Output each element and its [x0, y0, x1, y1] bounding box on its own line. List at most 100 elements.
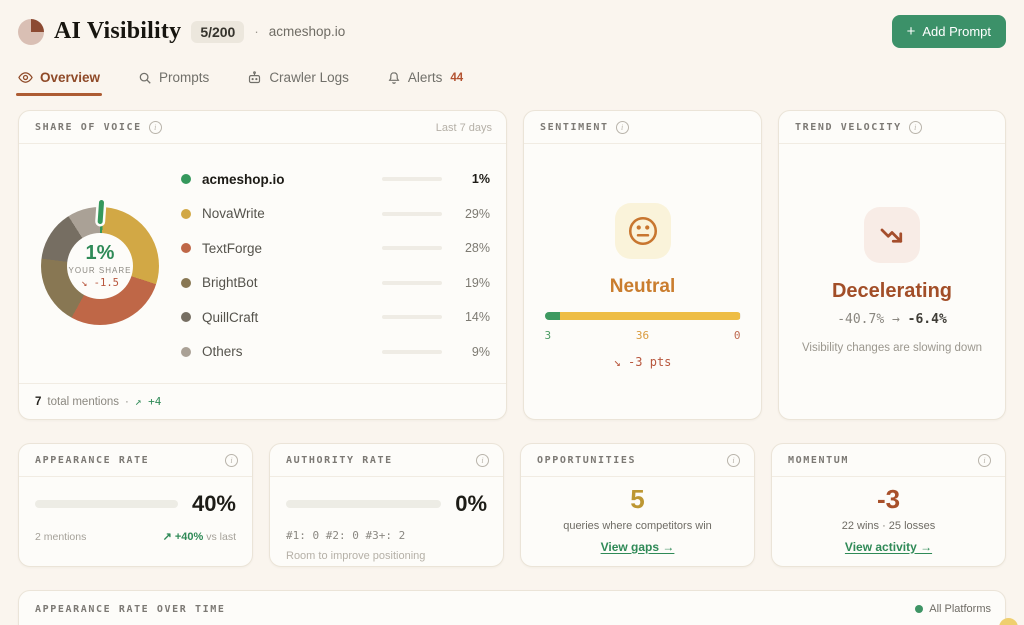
total-mentions-footer: 7 total mentions · ↗ +4 — [19, 383, 506, 419]
legend-row-quillcraft: QuillCraft 14% — [181, 300, 490, 335]
authority-hint: Room to improve positioning — [286, 550, 487, 562]
legend-bar — [382, 212, 442, 216]
legend-row-others: Others 9% — [181, 335, 490, 370]
tab-bar: Overview Prompts Crawler Logs Alerts 44 — [18, 70, 1006, 96]
search-icon — [138, 71, 152, 85]
trend-velocity-title: TREND VELOCITY i — [795, 121, 922, 134]
sentiment-mood: Neutral — [610, 276, 675, 298]
top-bar: AI Visibility 5/200 · acmeshop.io + Add … — [18, 0, 1006, 48]
tab-alerts[interactable]: Alerts 44 — [387, 70, 463, 96]
bell-icon — [387, 71, 401, 85]
sentiment-bar-neutral — [560, 312, 741, 320]
mascot-sun-icon — [999, 618, 1018, 625]
all-platforms-filter[interactable]: All Platforms — [915, 603, 991, 615]
info-icon[interactable]: i — [978, 454, 991, 467]
alerts-count-badge: 44 — [450, 72, 463, 84]
mentions-delta: ↗ +4 — [135, 395, 162, 408]
appearance-delta: ↗ +40% — [163, 531, 204, 543]
opportunities-card: OPPORTUNITIES i 5 queries where competit… — [520, 443, 755, 567]
trend-velocity-card: TREND VELOCITY i Decelerating -40.7% → -… — [778, 110, 1006, 420]
trending-down-icon — [864, 207, 920, 263]
legend-dot — [181, 278, 191, 288]
authority-rate-bar — [286, 500, 441, 508]
info-icon[interactable]: i — [225, 454, 238, 467]
legend-dot — [181, 312, 191, 322]
appearance-rate-bar — [35, 500, 178, 508]
platform-dot-icon — [915, 605, 923, 613]
tab-prompts[interactable]: Prompts — [138, 70, 209, 96]
opportunities-value: 5 — [630, 486, 644, 512]
momentum-value: -3 — [877, 486, 900, 512]
view-activity-link[interactable]: View activity → — [845, 540, 932, 554]
authority-rate-value: 0% — [455, 491, 487, 517]
share-of-voice-donut: 1% YOUR SHARE ↘ -1.5 — [41, 207, 159, 325]
trend-status: Decelerating — [832, 280, 952, 303]
tab-alerts-label: Alerts — [408, 70, 443, 85]
info-icon[interactable]: i — [727, 454, 740, 467]
info-icon[interactable]: i — [909, 121, 922, 134]
authority-rate-card: AUTHORITY RATE i 0% #1: 0 #2: 0 #3+: 2 R… — [269, 443, 504, 567]
legend-bar — [382, 177, 442, 181]
appearance-over-time-title: APPEARANCE RATE OVER TIME — [35, 604, 226, 615]
robot-icon — [247, 70, 262, 85]
negative-count: 0 — [734, 329, 741, 342]
momentum-description: 22 wins · 25 losses — [842, 520, 936, 532]
momentum-card: MOMENTUM i -3 22 wins · 25 losses View a… — [771, 443, 1006, 567]
tab-overview-label: Overview — [40, 70, 100, 85]
opportunities-description: queries where competitors win — [563, 520, 712, 532]
quota-badge: 5/200 — [191, 21, 244, 43]
eye-icon — [18, 70, 33, 85]
legend-row-novawrite: NovaWrite 29% — [181, 197, 490, 232]
pie-chart-logo-icon — [18, 19, 44, 45]
app-title: AI Visibility — [54, 18, 181, 45]
legend-dot — [181, 209, 191, 219]
trend-description: Visibility changes are slowing down — [802, 340, 982, 357]
legend-row-brightbot: BrightBot 19% — [181, 266, 490, 301]
period-label: Last 7 days — [436, 122, 492, 134]
brand: AI Visibility 5/200 · acmeshop.io — [18, 18, 345, 45]
momentum-title: MOMENTUM — [788, 455, 849, 466]
legend-row-acmeshop: acmeshop.io 1% — [181, 162, 490, 197]
appearance-delta-suffix: vs last — [206, 531, 236, 543]
donut-center: 1% YOUR SHARE ↘ -1.5 — [67, 233, 133, 299]
plus-icon: + — [907, 24, 916, 39]
dashboard-page: AI Visibility 5/200 · acmeshop.io + Add … — [0, 0, 1024, 625]
tab-crawler-logs-label: Crawler Logs — [269, 70, 349, 85]
info-icon[interactable]: i — [616, 121, 629, 134]
your-share-delta: ↘ -1.5 — [81, 277, 119, 289]
positive-count: 3 — [545, 329, 552, 342]
tab-crawler-logs[interactable]: Crawler Logs — [247, 70, 349, 96]
sentiment-bar-positive — [545, 312, 560, 320]
info-icon[interactable]: i — [149, 121, 162, 134]
info-icon[interactable]: i — [476, 454, 489, 467]
share-of-voice-legend: acmeshop.io 1% NovaWrite 29% Tex — [181, 162, 490, 369]
legend-bar — [382, 246, 442, 250]
arrow-right-icon: → — [892, 312, 900, 327]
sentiment-bar — [545, 312, 741, 320]
sentiment-title: SENTIMENT i — [540, 121, 629, 134]
main-content: SHARE OF VOICE i Last 7 days 1% YOUR SHA… — [18, 110, 1006, 625]
neutral-face-icon — [615, 203, 671, 259]
appearance-rate-title: APPEARANCE RATE — [35, 455, 149, 466]
trend-to: -6.4% — [908, 312, 947, 327]
your-share-value: 1% — [86, 242, 115, 265]
tab-overview[interactable]: Overview — [18, 70, 100, 96]
trend-from: -40.7% — [837, 312, 884, 327]
legend-dot — [181, 347, 191, 357]
legend-bar — [382, 281, 442, 285]
appearance-over-time-card: APPEARANCE RATE OVER TIME All Platforms — [18, 590, 1006, 625]
separator-dot: · — [254, 24, 258, 39]
legend-dot — [181, 243, 191, 253]
appearance-rate-card: APPEARANCE RATE i 40% 2 mentions ↗ +40% … — [18, 443, 253, 567]
tab-prompts-label: Prompts — [159, 70, 209, 85]
view-gaps-link[interactable]: View gaps → — [601, 540, 675, 554]
add-prompt-button[interactable]: + Add Prompt — [892, 15, 1006, 48]
opportunities-title: OPPORTUNITIES — [537, 455, 636, 466]
your-share-label: YOUR SHARE — [69, 266, 132, 275]
position-breakdown: #1: 0 #2: 0 #3+: 2 — [286, 529, 487, 542]
authority-rate-title: AUTHORITY RATE — [286, 455, 393, 466]
legend-bar — [382, 315, 442, 319]
site-domain: acmeshop.io — [269, 24, 346, 39]
share-of-voice-card: SHARE OF VOICE i Last 7 days 1% YOUR SHA… — [18, 110, 507, 420]
legend-dot — [181, 174, 191, 184]
